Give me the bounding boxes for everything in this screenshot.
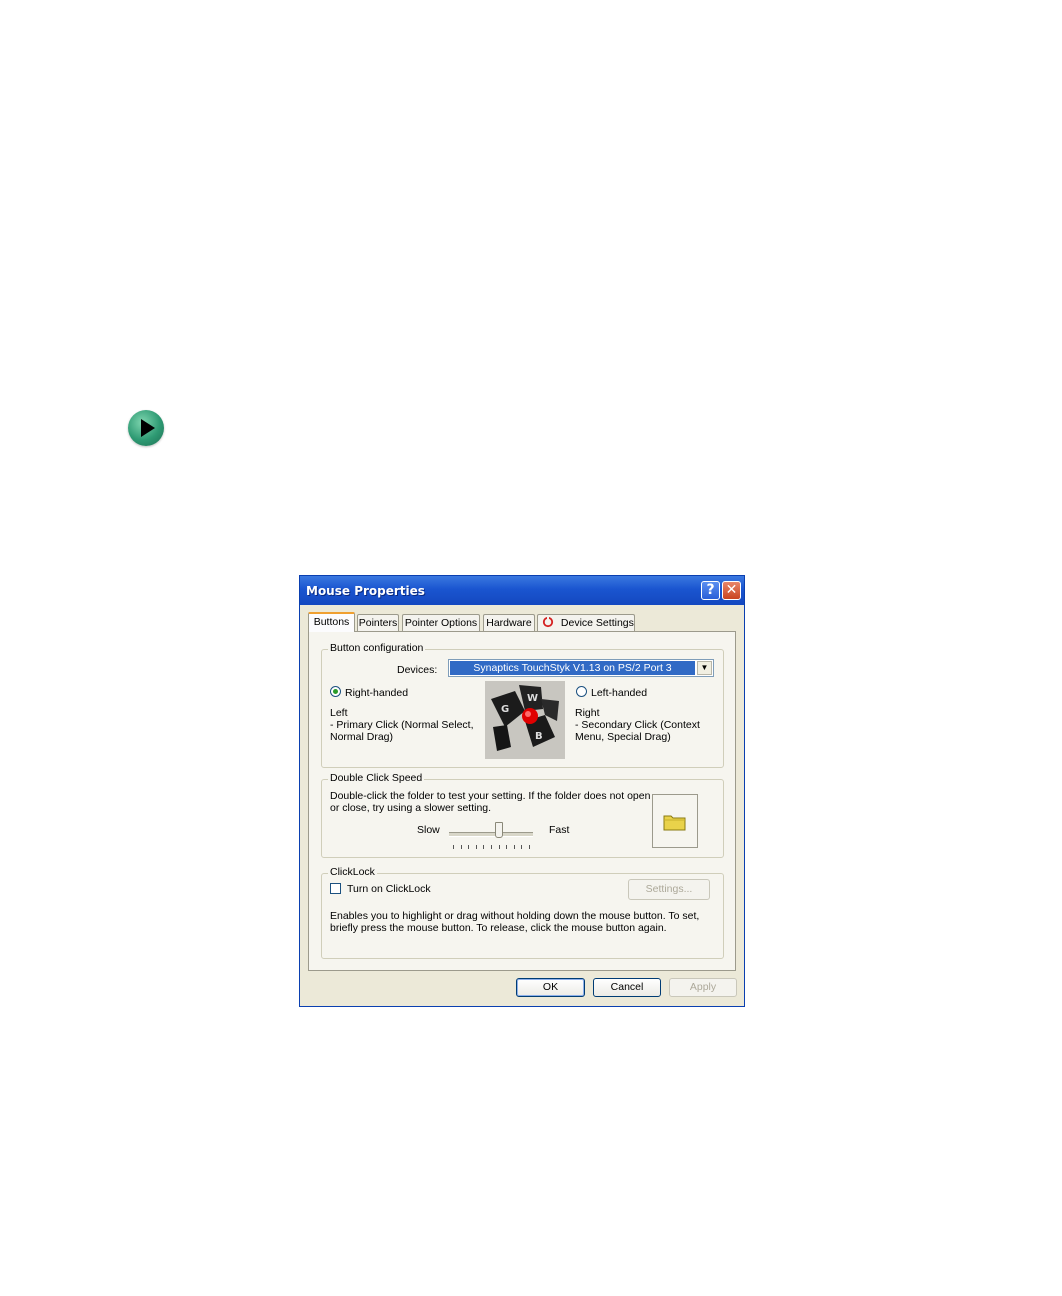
tab-hardware[interactable]: Hardware: [483, 614, 535, 631]
clicklock-desc-1: Enables you to highlight or drag without…: [330, 910, 700, 922]
right-button-desc-1: - Secondary Click (Context: [575, 719, 700, 731]
clicklock-checkbox[interactable]: [330, 883, 341, 894]
slider-tick: [475, 845, 477, 849]
left-handed-radio[interactable]: [576, 686, 587, 697]
ok-button[interactable]: OK: [516, 978, 585, 997]
right-button-desc-2: Menu, Special Drag): [575, 731, 671, 743]
double-click-desc-1: Double-click the folder to test your set…: [330, 790, 651, 802]
speed-slider-track[interactable]: [449, 832, 533, 837]
slider-tick: [521, 845, 523, 849]
clicklock-group: ClickLock Turn on ClickLock Settings... …: [321, 866, 724, 959]
left-button-desc-2: Normal Drag): [330, 731, 394, 743]
button-letter-b: B: [535, 731, 543, 742]
devices-label: Devices:: [397, 664, 438, 676]
clicklock-desc-2: briefly press the mouse button. To relea…: [330, 922, 667, 934]
mouse-buttons-illustration: G W B: [485, 681, 565, 759]
tab-pointers[interactable]: Pointers: [357, 614, 399, 631]
close-button[interactable]: ✕: [722, 581, 741, 600]
button-configuration-group: Button configuration Devices: Synaptics …: [321, 642, 724, 768]
clicklock-label: ClickLock: [328, 866, 377, 878]
double-click-speed-label: Double Click Speed: [328, 772, 425, 784]
speed-slider-thumb[interactable]: [495, 822, 504, 838]
slider-tick: [483, 845, 485, 849]
folder-icon[interactable]: [663, 813, 687, 831]
fast-label: Fast: [549, 824, 570, 836]
double-click-desc-2: or close, try using a slower setting.: [330, 802, 492, 814]
tab-device-settings-label: Device Settings: [560, 617, 634, 629]
tab-pointer-options[interactable]: Pointer Options: [402, 614, 480, 631]
slider-tick: [498, 845, 500, 849]
chevron-down-icon[interactable]: ▼: [697, 661, 712, 675]
window-title: Mouse Properties: [306, 584, 425, 598]
devices-select-value: Synaptics TouchStyk V1.13 on PS/2 Port 3: [450, 661, 695, 675]
slider-tick: [460, 845, 462, 849]
tab-buttons[interactable]: Buttons: [308, 612, 355, 632]
cancel-button[interactable]: Cancel: [593, 978, 661, 997]
left-handed-label[interactable]: Left-handed: [591, 687, 647, 699]
slider-tick: [453, 845, 454, 849]
left-button-desc-1: - Primary Click (Normal Select,: [330, 719, 474, 731]
left-button-title: Left: [330, 707, 348, 719]
clicklock-checkbox-label[interactable]: Turn on ClickLock: [347, 883, 431, 895]
right-button-title: Right: [575, 707, 600, 719]
test-folder-area[interactable]: [652, 794, 698, 848]
mouse-properties-dialog: Mouse Properties ? ✕ Buttons Pointers Po…: [299, 575, 745, 1007]
button-letter-w: W: [527, 693, 538, 704]
play-arrow-icon: [128, 410, 164, 446]
apply-button[interactable]: Apply: [669, 978, 737, 997]
slow-label: Slow: [417, 824, 440, 836]
synaptics-icon: [542, 616, 554, 628]
devices-select[interactable]: Synaptics TouchStyk V1.13 on PS/2 Port 3…: [448, 659, 714, 677]
right-handed-label[interactable]: Right-handed: [345, 687, 408, 699]
slider-tick: [491, 845, 492, 849]
right-handed-radio[interactable]: [330, 686, 341, 697]
buttons-panel: Button configuration Devices: Synaptics …: [308, 631, 736, 971]
help-button[interactable]: ?: [701, 581, 720, 600]
tab-device-settings[interactable]: Device Settings: [537, 614, 635, 631]
slider-tick: [468, 845, 470, 849]
button-letter-g: G: [501, 704, 509, 715]
button-configuration-label: Button configuration: [328, 642, 426, 654]
clicklock-settings-button[interactable]: Settings...: [628, 879, 710, 900]
slider-tick: [506, 845, 508, 849]
slider-tick: [513, 845, 515, 849]
slider-tick: [529, 845, 530, 849]
title-bar[interactable]: Mouse Properties ? ✕: [300, 576, 744, 605]
double-click-speed-group: Double Click Speed Double-click the fold…: [321, 772, 724, 858]
